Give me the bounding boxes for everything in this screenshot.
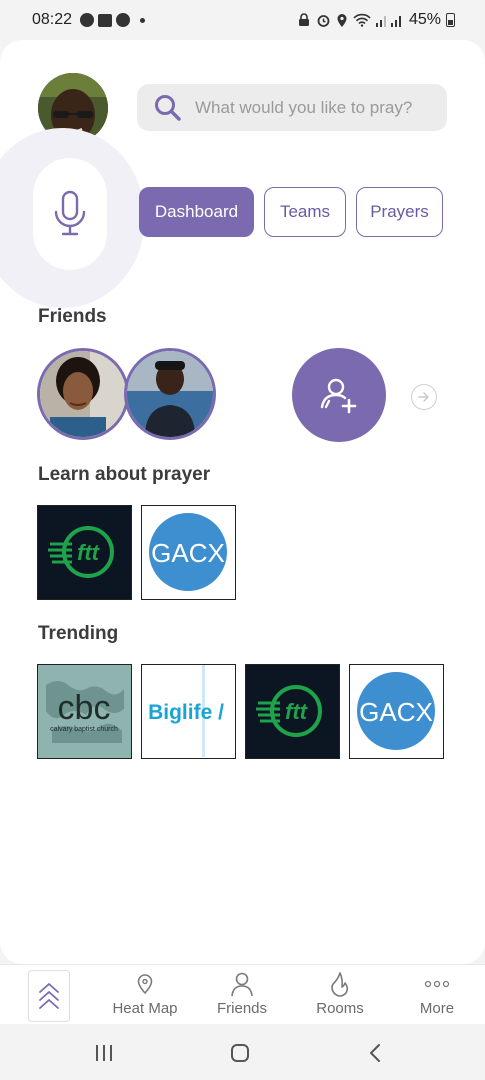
nav-heat-map[interactable]: Heat Map — [100, 965, 190, 1025]
location-icon — [337, 13, 347, 27]
wifi-icon — [353, 13, 371, 27]
friends-heading: Friends — [38, 306, 107, 327]
biglife-logo-text: Biglife / — [148, 701, 224, 724]
ftt-logo-text: ftt — [77, 540, 101, 565]
tab-dashboard[interactable]: Dashboard — [139, 187, 254, 237]
nav-more[interactable]: More — [392, 965, 482, 1025]
nav-label: Heat Map — [112, 1000, 178, 1017]
status-bar: 08:22 45% — [0, 0, 485, 40]
cbc-subtitle-text: calvary baptist church — [50, 726, 118, 733]
search-icon — [155, 94, 181, 121]
signal-icon — [375, 16, 401, 27]
arrow-right-icon — [418, 392, 429, 402]
status-time: 08:22 — [32, 11, 73, 28]
double-chevron-up-icon — [39, 983, 59, 1009]
more-notifications-dot-icon — [140, 17, 146, 23]
battery-percent: 45% — [408, 11, 441, 28]
friend-avatar[interactable] — [124, 348, 216, 440]
back-icon[interactable] — [368, 1043, 382, 1063]
whatsapp-notification-icon — [116, 13, 131, 27]
lock-icon — [298, 13, 309, 26]
microphone-icon — [54, 190, 86, 236]
cbc-logo-text: cbc — [58, 689, 111, 727]
gacx-logo-text: GACX — [359, 697, 433, 727]
learn-heading: Learn about prayer — [38, 464, 211, 485]
add-person-icon — [320, 378, 357, 414]
nav-label: Rooms — [316, 1000, 364, 1017]
nav-label: More — [419, 1000, 455, 1017]
tab-bar: Dashboard Teams Prayers — [139, 187, 443, 237]
tab-teams[interactable]: Teams — [264, 187, 346, 237]
bottom-nav: Heat Map Friends Rooms More — [0, 964, 485, 1024]
more-dots-icon — [424, 980, 450, 988]
cbc-thumbnail[interactable]: cbc calvary baptist church — [37, 664, 132, 759]
gacx-thumbnail[interactable]: GACX — [141, 505, 236, 600]
flame-icon — [331, 972, 349, 997]
search-bar[interactable] — [137, 84, 447, 131]
ftt-thumbnail[interactable]: ftt — [37, 505, 132, 600]
expand-up-button[interactable] — [28, 970, 70, 1022]
home-icon[interactable] — [230, 1043, 250, 1063]
biglife-thumbnail[interactable]: Biglife / — [141, 664, 236, 759]
recent-apps-icon[interactable] — [94, 1044, 114, 1062]
search-input[interactable] — [195, 97, 435, 118]
gallery-notification-icon — [98, 13, 113, 27]
ftt-thumbnail[interactable]: ftt — [245, 664, 340, 759]
map-pin-icon — [137, 974, 153, 995]
mic-button[interactable] — [33, 158, 107, 270]
add-friend-button[interactable] — [292, 348, 386, 442]
gacx-thumbnail[interactable]: GACX — [349, 664, 444, 759]
battery-icon — [446, 13, 455, 27]
alarm-icon — [317, 14, 330, 27]
main-card: Dashboard Teams Prayers Friends — [0, 40, 485, 964]
nav-label: Friends — [216, 1000, 268, 1017]
ftt-logo-text: ftt — [285, 699, 309, 724]
gacx-logo-text: GACX — [151, 538, 225, 568]
system-nav-bar — [0, 1024, 485, 1080]
nav-friends[interactable]: Friends — [197, 965, 287, 1025]
nav-rooms[interactable]: Rooms — [295, 965, 385, 1025]
person-icon — [231, 972, 253, 997]
tab-prayers[interactable]: Prayers — [356, 187, 443, 237]
friend-avatar[interactable] — [37, 348, 129, 440]
see-more-friends-button[interactable] — [411, 384, 437, 410]
notification-app-icon — [80, 13, 95, 27]
trending-heading: Trending — [38, 623, 119, 644]
